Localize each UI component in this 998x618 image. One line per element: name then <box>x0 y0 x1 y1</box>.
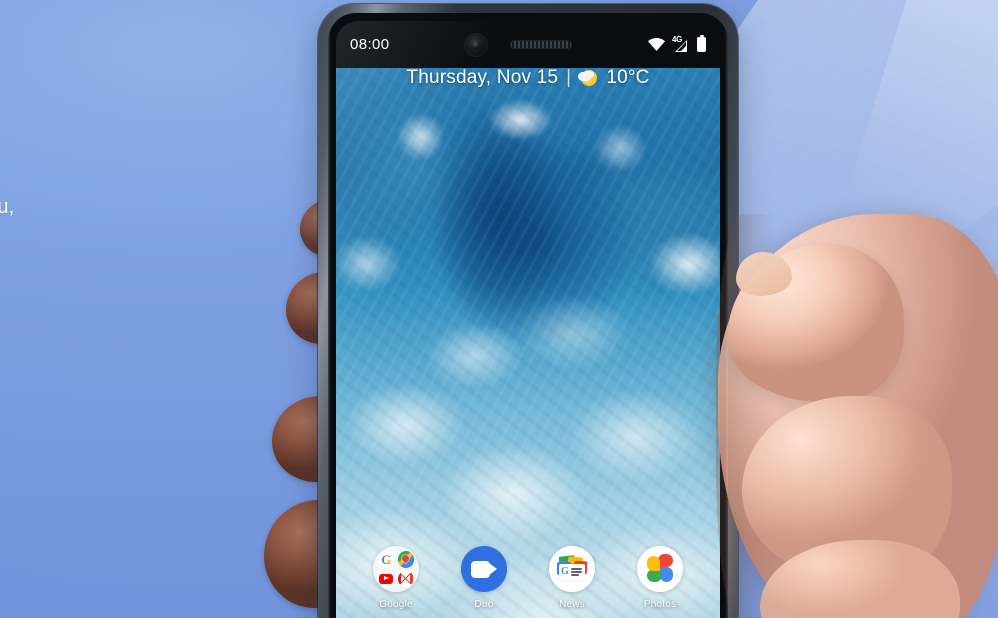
video-camera-icon <box>471 560 497 578</box>
app-label: News <box>559 599 585 610</box>
status-bar: 08:00 4G <box>336 21 720 68</box>
widget-date-text: Thursday, Nov 15 <box>406 67 559 88</box>
app-label: Duo <box>474 599 494 610</box>
app-duo[interactable]: Duo <box>440 546 528 610</box>
mobile-signal-icon: 4G <box>672 35 690 52</box>
battery-icon <box>697 34 706 52</box>
phone-device: Thursday, Nov 15 | 10°C G Google Duo G N… <box>318 4 738 618</box>
widget-temperature-text: 10°C <box>606 67 650 88</box>
widget-separator: | <box>566 67 572 88</box>
app-news[interactable]: G News <box>528 546 616 610</box>
wifi-icon <box>648 38 665 51</box>
google-news-icon[interactable]: G <box>549 546 595 592</box>
youtube-icon <box>378 570 395 587</box>
sun-cloud-icon <box>578 68 599 88</box>
wallpaper-grain <box>336 68 720 618</box>
bezel-highlight-right <box>725 13 728 618</box>
bezel-highlight-left <box>328 13 331 618</box>
duo-icon[interactable] <box>461 546 507 592</box>
date-weather-widget[interactable]: Thursday, Nov 15 | 10°C <box>336 67 720 89</box>
app-label: Photos <box>643 599 677 610</box>
gmail-icon <box>397 570 414 587</box>
phone-screen[interactable]: Thursday, Nov 15 | 10°C G Google Duo G N… <box>336 21 720 618</box>
app-photos[interactable]: Photos <box>616 546 704 610</box>
google-maps-icon <box>397 551 414 568</box>
google-folder-icon[interactable]: G <box>373 546 419 592</box>
screenshot-stage: nu, Thursday, Nov 15 | <box>0 0 998 618</box>
pinwheel-glyph <box>645 554 675 584</box>
google-photos-icon[interactable] <box>637 546 683 592</box>
status-bar-clock: 08:00 <box>350 36 390 53</box>
phone-bezel: Thursday, Nov 15 | 10°C G Google Duo G N… <box>328 13 728 618</box>
clipped-page-text: nu, <box>0 196 15 218</box>
google-g-icon: G <box>378 551 395 568</box>
app-label: Google <box>379 599 413 610</box>
news-cards-glyph: G <box>556 555 588 582</box>
wallpaper <box>336 68 720 618</box>
app-google-folder[interactable]: G Google <box>352 546 440 610</box>
home-screen-app-row: G Google Duo G News Photos <box>336 546 720 610</box>
status-bar-system-icons: 4G <box>648 34 706 52</box>
